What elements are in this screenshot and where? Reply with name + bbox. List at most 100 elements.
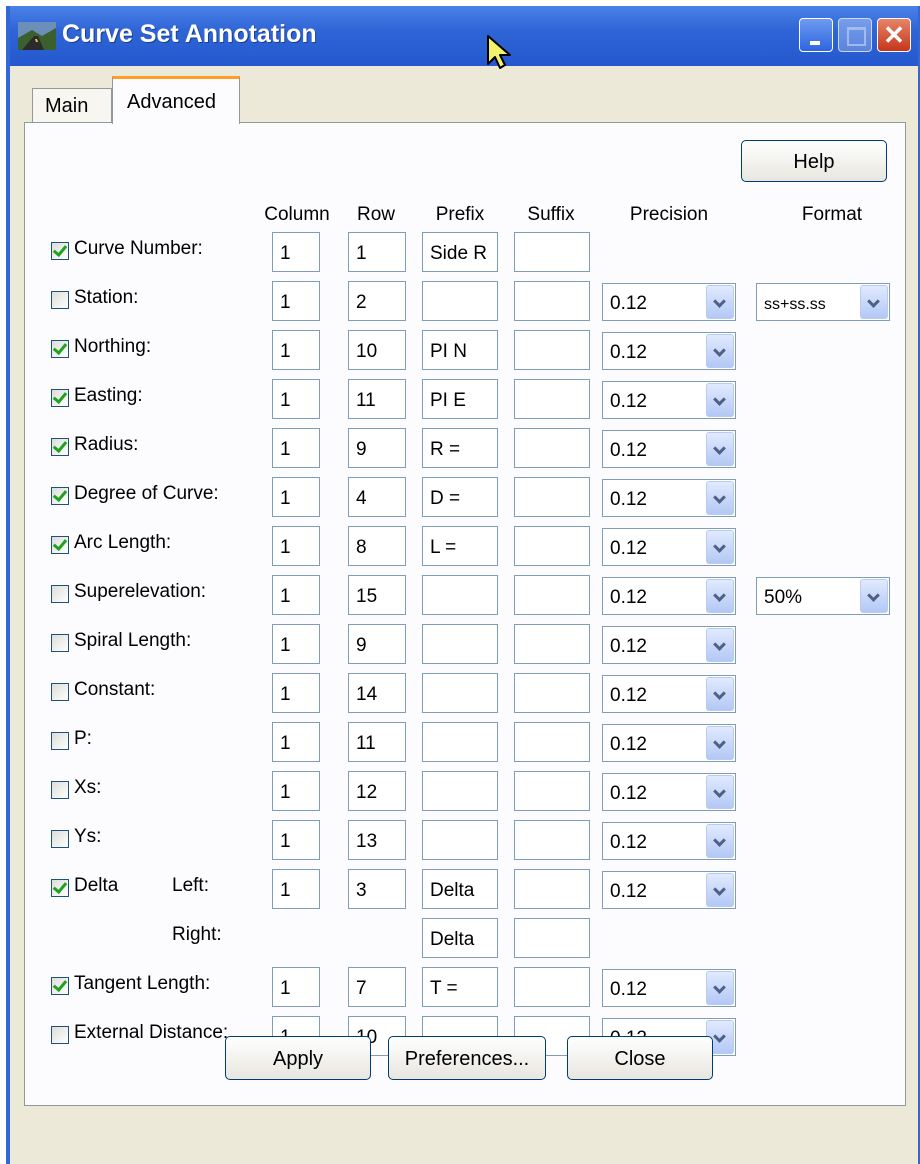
close-window-button[interactable]: ✕ — [877, 18, 911, 52]
column-field[interactable]: 1 — [272, 673, 320, 713]
row-field[interactable]: 15 — [348, 575, 406, 615]
chevron-down-icon[interactable] — [860, 579, 888, 613]
prefix-field[interactable]: Delta — [422, 918, 498, 958]
chevron-down-icon[interactable] — [706, 334, 734, 368]
title-bar[interactable]: Curve Set Annotation ✕ — [10, 6, 918, 69]
row-field[interactable]: 11 — [348, 722, 406, 762]
column-field[interactable]: 1 — [272, 624, 320, 664]
prefix-field[interactable]: Side R — [422, 232, 498, 272]
row-checkbox[interactable] — [51, 389, 69, 407]
prefix-field[interactable]: L = — [422, 526, 498, 566]
row-field[interactable]: 4 — [348, 477, 406, 517]
column-field[interactable]: 1 — [272, 722, 320, 762]
chevron-down-icon[interactable] — [706, 579, 734, 613]
chevron-down-icon[interactable] — [706, 971, 734, 1005]
column-field[interactable]: 1 — [272, 379, 320, 419]
suffix-field[interactable] — [514, 624, 590, 664]
column-field[interactable]: 1 — [272, 477, 320, 517]
suffix-field[interactable] — [514, 967, 590, 1007]
row-field[interactable]: 12 — [348, 771, 406, 811]
prefix-field[interactable]: R = — [422, 428, 498, 468]
row-checkbox[interactable] — [51, 536, 69, 554]
row-checkbox[interactable] — [51, 683, 69, 701]
precision-select[interactable]: 0.12 — [602, 822, 736, 860]
prefix-field[interactable] — [422, 820, 498, 860]
column-field[interactable]: 1 — [272, 526, 320, 566]
row-field[interactable]: 2 — [348, 281, 406, 321]
row-checkbox[interactable] — [51, 879, 69, 897]
prefix-field[interactable] — [422, 722, 498, 762]
row-checkbox[interactable] — [51, 1026, 69, 1044]
row-checkbox[interactable] — [51, 291, 69, 309]
chevron-down-icon[interactable] — [706, 775, 734, 809]
suffix-field[interactable] — [514, 526, 590, 566]
suffix-field[interactable] — [514, 869, 590, 909]
chevron-down-icon[interactable] — [706, 383, 734, 417]
column-field[interactable]: 1 — [272, 967, 320, 1007]
precision-select[interactable]: 0.12 — [602, 381, 736, 419]
row-field[interactable]: 9 — [348, 624, 406, 664]
chevron-down-icon[interactable] — [706, 530, 734, 564]
chevron-down-icon[interactable] — [706, 481, 734, 515]
row-field[interactable]: 14 — [348, 673, 406, 713]
preferences-button[interactable]: Preferences... — [388, 1036, 546, 1080]
row-checkbox[interactable] — [51, 634, 69, 652]
row-checkbox[interactable] — [51, 830, 69, 848]
precision-select[interactable]: 0.12 — [602, 626, 736, 664]
suffix-field[interactable] — [514, 673, 590, 713]
column-field[interactable]: 1 — [272, 869, 320, 909]
row-checkbox[interactable] — [51, 585, 69, 603]
column-field[interactable]: 1 — [272, 281, 320, 321]
column-field[interactable]: 1 — [272, 232, 320, 272]
chevron-down-icon[interactable] — [706, 824, 734, 858]
precision-select[interactable]: 0.12 — [602, 577, 736, 615]
precision-select[interactable]: 0.12 — [602, 675, 736, 713]
row-field[interactable]: 11 — [348, 379, 406, 419]
column-field[interactable]: 1 — [272, 820, 320, 860]
prefix-field[interactable] — [422, 771, 498, 811]
tab-main[interactable]: Main — [32, 88, 112, 124]
apply-button[interactable]: Apply — [225, 1036, 371, 1080]
prefix-field[interactable] — [422, 281, 498, 321]
column-field[interactable]: 1 — [272, 428, 320, 468]
suffix-field[interactable] — [514, 575, 590, 615]
chevron-down-icon[interactable] — [706, 285, 734, 319]
row-checkbox[interactable] — [51, 340, 69, 358]
row-field[interactable]: 10 — [348, 330, 406, 370]
row-checkbox[interactable] — [51, 242, 69, 260]
chevron-down-icon[interactable] — [706, 677, 734, 711]
format-select[interactable]: 50% — [756, 577, 890, 615]
column-field[interactable]: 1 — [272, 771, 320, 811]
precision-select[interactable]: 0.12 — [602, 773, 736, 811]
prefix-field[interactable]: Delta — [422, 869, 498, 909]
suffix-field[interactable] — [514, 771, 590, 811]
chevron-down-icon[interactable] — [860, 285, 888, 319]
prefix-field[interactable] — [422, 575, 498, 615]
suffix-field[interactable] — [514, 379, 590, 419]
chevron-down-icon[interactable] — [706, 726, 734, 760]
prefix-field[interactable]: T = — [422, 967, 498, 1007]
close-button[interactable]: Close — [567, 1036, 713, 1080]
prefix-field[interactable]: PI N — [422, 330, 498, 370]
suffix-field[interactable] — [514, 330, 590, 370]
row-checkbox[interactable] — [51, 732, 69, 750]
precision-select[interactable]: 0.12 — [602, 479, 736, 517]
suffix-field[interactable] — [514, 281, 590, 321]
suffix-field[interactable] — [514, 477, 590, 517]
column-field[interactable]: 1 — [272, 575, 320, 615]
suffix-field[interactable] — [514, 232, 590, 272]
format-select[interactable]: ss+ss.ss — [756, 283, 890, 321]
precision-select[interactable]: 0.12 — [602, 871, 736, 909]
row-checkbox[interactable] — [51, 781, 69, 799]
row-field[interactable]: 8 — [348, 526, 406, 566]
prefix-field[interactable] — [422, 624, 498, 664]
prefix-field[interactable]: D = — [422, 477, 498, 517]
chevron-down-icon[interactable] — [706, 432, 734, 466]
suffix-field[interactable] — [514, 428, 590, 468]
row-field[interactable]: 3 — [348, 869, 406, 909]
precision-select[interactable]: 0.12 — [602, 528, 736, 566]
help-button[interactable]: Help — [741, 140, 887, 182]
chevron-down-icon[interactable] — [706, 628, 734, 662]
row-field[interactable]: 9 — [348, 428, 406, 468]
suffix-field[interactable] — [514, 820, 590, 860]
